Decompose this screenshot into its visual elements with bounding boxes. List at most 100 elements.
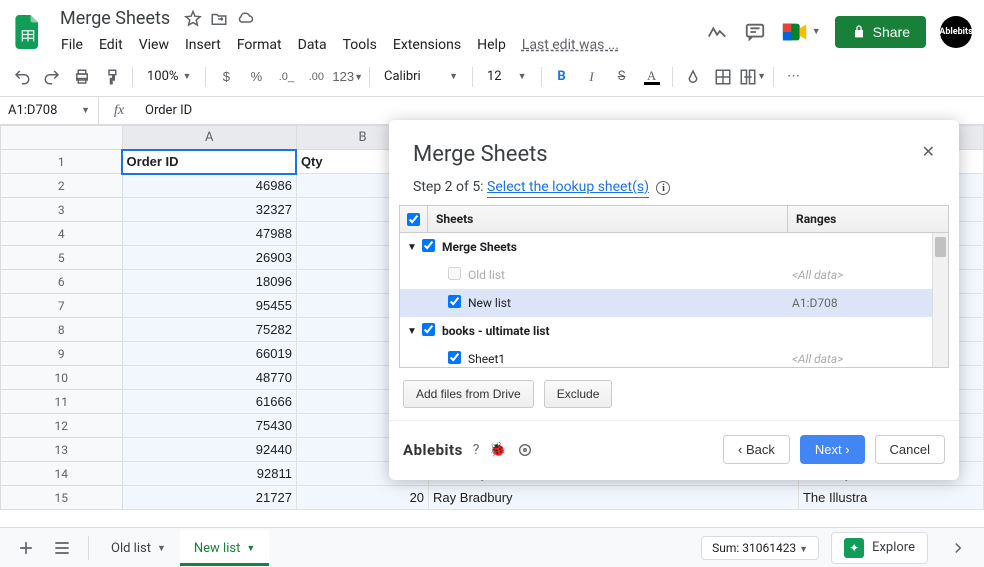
column-ranges[interactable]: Ranges — [788, 206, 948, 232]
font-dropdown[interactable]: Calibri▼ — [376, 69, 466, 84]
merge-cells-button[interactable]: ▼ — [739, 63, 767, 91]
item-range[interactable]: A1:D708 — [792, 296, 942, 310]
side-panel-button[interactable] — [940, 530, 976, 566]
bug-icon[interactable]: 🐞 — [489, 442, 506, 458]
close-icon[interactable]: ✕ — [922, 142, 935, 161]
undo-button[interactable] — [8, 63, 36, 91]
cell[interactable]: 20 — [296, 486, 428, 510]
cell[interactable]: 75430 — [122, 414, 296, 438]
decrease-decimal-button[interactable]: .0_ — [272, 63, 300, 91]
paint-format-button[interactable] — [98, 63, 126, 91]
select-all-checkbox[interactable] — [407, 213, 420, 226]
menu-tools[interactable]: Tools — [336, 33, 384, 57]
cell[interactable]: 46986 — [122, 174, 296, 198]
item-checkbox[interactable] — [448, 295, 461, 308]
cell[interactable]: 95455 — [122, 294, 296, 318]
chevron-down-icon[interactable]: ▼ — [406, 242, 418, 253]
cell[interactable]: 61666 — [122, 390, 296, 414]
redo-button[interactable] — [38, 63, 66, 91]
cell[interactable]: 66019 — [122, 342, 296, 366]
menu-file[interactable]: File — [54, 33, 90, 57]
fill-color-button[interactable] — [679, 63, 707, 91]
step-link[interactable]: Select the lookup sheet(s) — [487, 179, 649, 198]
group-checkbox[interactable] — [422, 323, 435, 336]
exclude-button[interactable]: Exclude — [544, 380, 613, 408]
row-header[interactable]: 9 — [1, 342, 123, 366]
cell[interactable]: 18096 — [122, 270, 296, 294]
add-sheet-button[interactable] — [8, 530, 44, 566]
more-formats-dropdown[interactable]: 123 ▼ — [332, 63, 363, 91]
comment-history-icon[interactable] — [743, 20, 767, 44]
row-header[interactable]: 10 — [1, 366, 123, 390]
text-color-button[interactable]: A — [638, 63, 666, 91]
row-header[interactable]: 11 — [1, 390, 123, 414]
cell[interactable]: 92811 — [122, 462, 296, 486]
formula-content[interactable]: Order ID — [139, 103, 198, 118]
row-header[interactable]: 7 — [1, 294, 123, 318]
cell[interactable]: 21727 — [122, 486, 296, 510]
menu-view[interactable]: View — [132, 33, 176, 57]
borders-button[interactable] — [709, 63, 737, 91]
star-icon[interactable] — [184, 10, 202, 28]
col-header-a[interactable]: A — [122, 126, 296, 150]
help-icon[interactable]: ? — [473, 442, 480, 458]
menu-extensions[interactable]: Extensions — [386, 33, 468, 57]
tree-scrollbar[interactable] — [932, 233, 948, 367]
currency-button[interactable]: $ — [212, 63, 240, 91]
cell[interactable]: 47988 — [122, 222, 296, 246]
cell[interactable]: 32327 — [122, 198, 296, 222]
increase-decimal-button[interactable]: .00 — [302, 63, 330, 91]
row-header[interactable]: 2 — [1, 174, 123, 198]
percent-button[interactable]: % — [242, 63, 270, 91]
next-button[interactable]: Next › — [800, 435, 865, 464]
row-header[interactable]: 5 — [1, 246, 123, 270]
quick-sum-dropdown[interactable]: Sum: 31061423 ▼ — [701, 536, 819, 560]
document-title[interactable]: Merge Sheets — [54, 6, 176, 31]
tree-group[interactable]: ▼ books - ultimate list — [400, 317, 948, 345]
sheets-logo-icon[interactable] — [8, 12, 48, 52]
cell[interactable]: Ray Bradbury — [429, 486, 799, 510]
cell[interactable]: Order ID — [122, 150, 296, 174]
print-button[interactable] — [68, 63, 96, 91]
select-all-corner[interactable] — [1, 126, 123, 150]
settings-icon[interactable] — [517, 442, 533, 458]
add-files-button[interactable]: Add files from Drive — [403, 380, 534, 408]
row-header[interactable]: 14 — [1, 462, 123, 486]
sheet-tab-old-list[interactable]: Old list▼ — [97, 530, 180, 566]
strikethrough-button[interactable]: S — [608, 63, 636, 91]
account-avatar[interactable]: Ablebits — [940, 16, 972, 48]
cloud-status-icon[interactable] — [236, 10, 254, 28]
share-button[interactable]: Share — [835, 16, 926, 48]
cell[interactable]: 48770 — [122, 366, 296, 390]
back-button[interactable]: ‹ Back — [723, 435, 790, 464]
cancel-button[interactable]: Cancel — [875, 435, 945, 464]
italic-button[interactable]: I — [578, 63, 606, 91]
row-header[interactable]: 3 — [1, 198, 123, 222]
cell[interactable]: 92440 — [122, 438, 296, 462]
tree-group[interactable]: ▼ Merge Sheets — [400, 233, 948, 261]
menu-edit[interactable]: Edit — [92, 33, 130, 57]
tree-item[interactable]: Sheet1 <All data> — [400, 345, 948, 368]
item-checkbox[interactable] — [448, 351, 461, 364]
activity-icon[interactable] — [705, 20, 729, 44]
row-header[interactable]: 13 — [1, 438, 123, 462]
row-header[interactable]: 4 — [1, 222, 123, 246]
row-header[interactable]: 12 — [1, 414, 123, 438]
row-header[interactable]: 8 — [1, 318, 123, 342]
all-sheets-button[interactable] — [44, 530, 80, 566]
zoom-dropdown[interactable]: 100% ▼ — [139, 69, 199, 84]
group-checkbox[interactable] — [422, 239, 435, 252]
more-toolbar-button[interactable]: ⋯ — [780, 63, 808, 91]
row-header[interactable]: 1 — [1, 150, 123, 174]
chevron-down-icon[interactable]: ▼ — [406, 326, 418, 337]
font-size-dropdown[interactable]: 12 ▼ — [479, 69, 535, 84]
tree-item[interactable]: New list A1:D708 — [400, 289, 948, 317]
last-edit-link[interactable]: Last edit was ... — [515, 33, 626, 57]
info-icon[interactable]: i — [656, 181, 670, 195]
sheet-tab-new-list[interactable]: New list▼ — [180, 530, 269, 566]
menu-format[interactable]: Format — [230, 33, 289, 57]
cell[interactable]: 75282 — [122, 318, 296, 342]
row-header[interactable]: 6 — [1, 270, 123, 294]
menu-insert[interactable]: Insert — [178, 33, 228, 57]
menu-help[interactable]: Help — [470, 33, 513, 57]
